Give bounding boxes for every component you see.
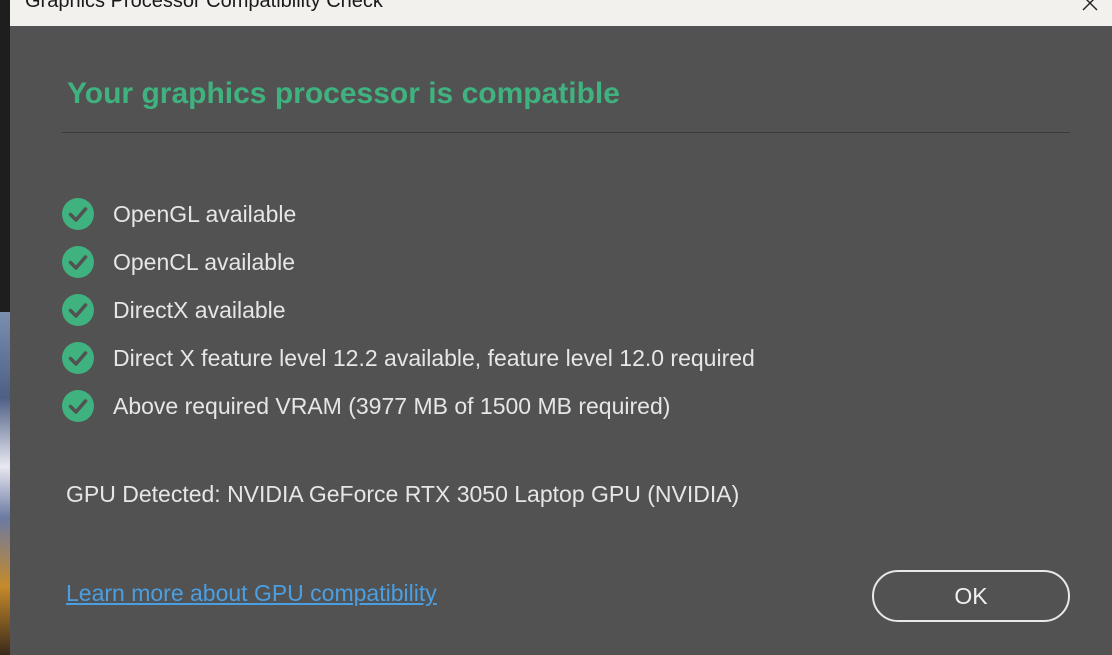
heading-divider bbox=[62, 132, 1070, 133]
check-label: OpenGL available bbox=[113, 200, 297, 227]
check-label: OpenCL available bbox=[113, 248, 295, 275]
ok-button[interactable]: OK bbox=[872, 570, 1070, 622]
check-circle-icon bbox=[62, 246, 94, 278]
close-button[interactable] bbox=[1066, 0, 1112, 26]
check-label: DirectX available bbox=[113, 296, 286, 323]
check-item-opencl: OpenCL available bbox=[62, 238, 755, 286]
check-list: OpenGL available OpenCL available Direct… bbox=[62, 190, 755, 430]
desktop-background bbox=[0, 0, 10, 655]
check-label: Direct X feature level 12.2 available, f… bbox=[113, 344, 755, 371]
close-icon bbox=[1082, 0, 1098, 11]
window-title: Graphics Processor Compatibility Check bbox=[25, 0, 383, 12]
compatibility-dialog: Graphics Processor Compatibility Check Y… bbox=[10, 0, 1112, 655]
check-label: Above required VRAM (3977 MB of 1500 MB … bbox=[113, 392, 671, 419]
check-circle-icon bbox=[62, 294, 94, 326]
title-bar[interactable]: Graphics Processor Compatibility Check bbox=[10, 0, 1112, 26]
screen: Graphics Processor Compatibility Check Y… bbox=[0, 0, 1112, 655]
learn-more-link[interactable]: Learn more about GPU compatibility bbox=[66, 580, 437, 607]
check-item-vram: Above required VRAM (3977 MB of 1500 MB … bbox=[62, 382, 755, 430]
check-circle-icon bbox=[62, 342, 94, 374]
desktop-wallpaper-fragment bbox=[0, 312, 10, 655]
check-item-opengl: OpenGL available bbox=[62, 190, 755, 238]
check-item-directx-feature-level: Direct X feature level 12.2 available, f… bbox=[62, 334, 755, 382]
ok-button-label: OK bbox=[954, 582, 988, 609]
dialog-heading: Your graphics processor is compatible bbox=[67, 77, 620, 110]
check-item-directx: DirectX available bbox=[62, 286, 755, 334]
gpu-detected-text: GPU Detected: NVIDIA GeForce RTX 3050 La… bbox=[66, 481, 740, 507]
check-circle-icon bbox=[62, 390, 94, 422]
check-circle-icon bbox=[62, 198, 94, 230]
